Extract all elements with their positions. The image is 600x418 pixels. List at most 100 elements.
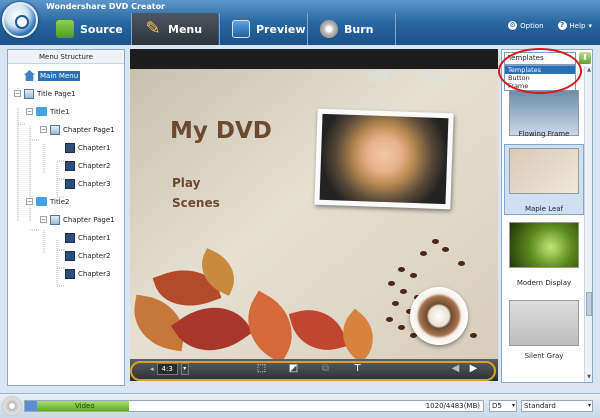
photo-frame[interactable] <box>314 108 454 210</box>
tab-menu-label: Menu <box>168 22 203 36</box>
collapse-toggle[interactable]: − <box>40 216 47 223</box>
tree-item-chapter[interactable]: Chapter1 <box>65 230 110 245</box>
tree-item-main-menu[interactable]: Main Menu <box>24 68 81 83</box>
tree-item-chapter[interactable]: Chapter1 <box>65 140 110 155</box>
quality-select[interactable]: Standard ▾ <box>521 400 593 412</box>
add-text-icon[interactable]: T <box>352 364 363 375</box>
tree-item-label: Chapter2 <box>78 251 111 260</box>
source-icon <box>56 20 74 38</box>
chevron-down-icon: ▾ <box>511 402 515 409</box>
page-icon <box>50 124 60 135</box>
disc-capacity-bar: Video 1020/4483(MB) <box>24 400 484 412</box>
page-icon <box>50 214 60 225</box>
tape-decoration <box>419 71 443 85</box>
volume-icon: ◂ <box>150 365 154 373</box>
film-icon <box>65 250 75 261</box>
tree-item-label: Chapter1 <box>78 143 111 152</box>
film-icon <box>65 232 75 243</box>
template-thumbnail-silent-gray[interactable] <box>509 300 579 346</box>
collapse-toggle[interactable]: − <box>40 126 47 133</box>
tab-burn[interactable]: Burn <box>308 13 394 45</box>
aspect-ratio-select[interactable]: ◂ 4:3 ▾ <box>150 363 189 375</box>
tree-item-label: Title1 <box>50 107 70 116</box>
page-icon <box>24 88 34 99</box>
help-icon: ? <box>557 21 567 30</box>
quality-value: Standard <box>524 402 556 410</box>
capacity-segment-label: Video <box>75 402 95 410</box>
tab-separator <box>395 13 396 45</box>
title-bar: Wondershare DVD Creator Source ✎ Menu Pr… <box>0 0 600 45</box>
collapse-toggle[interactable]: − <box>26 198 33 205</box>
template-label: Maple Leaf <box>524 205 564 213</box>
tree-item-title1[interactable]: − Title1 <box>26 104 69 119</box>
templates-scrollbar[interactable]: ▲ ▼ <box>584 66 592 382</box>
menu-title-text[interactable]: My DVD <box>170 118 272 144</box>
app-window: Wondershare DVD Creator Source ✎ Menu Pr… <box>0 0 600 418</box>
play-link[interactable]: Play <box>172 176 200 190</box>
disc-type-select[interactable]: D5 ▾ <box>489 400 517 412</box>
option-label: Option <box>520 21 544 30</box>
tree-item-chapter[interactable]: Chapter2 <box>65 158 110 173</box>
menu-structure-header: Menu Structure <box>8 50 124 64</box>
edit-frame-icon[interactable]: ◩ <box>288 364 299 375</box>
tree-item-title-page[interactable]: − Title Page1 <box>14 86 76 101</box>
aspect-ratio-value: 4:3 <box>156 363 178 375</box>
menu-structure-panel: Menu Structure Main Menu − Title Page1 −… <box>7 49 125 386</box>
scroll-up-icon[interactable]: ▲ <box>586 67 592 73</box>
app-title: Wondershare DVD Creator <box>46 2 166 11</box>
leaf-decoration <box>288 301 348 359</box>
tree-item-label: Main Menu <box>38 70 81 81</box>
tree-item-label: Chapter3 <box>78 179 111 188</box>
burn-disc-icon <box>320 20 338 38</box>
disc-icon <box>2 396 22 416</box>
tree-item-chapter-page[interactable]: − Chapter Page1 <box>40 212 115 227</box>
help-button[interactable]: ? Help ▾ <box>557 21 592 30</box>
scroll-down-icon[interactable]: ▼ <box>586 374 592 380</box>
crop-icon[interactable]: ⧉ <box>320 364 331 375</box>
tab-source[interactable]: Source <box>44 13 130 45</box>
template-label: Modern Display <box>516 279 572 287</box>
collapse-toggle[interactable]: − <box>26 108 33 115</box>
film-icon <box>65 142 75 153</box>
arrow-left-icon[interactable]: ◀ <box>450 364 461 375</box>
tree-item-chapter[interactable]: Chapter3 <box>65 266 110 281</box>
child-photo <box>319 113 449 205</box>
app-logo-icon[interactable] <box>2 2 38 38</box>
tape-decoration <box>367 69 391 83</box>
disc-type-value: D5 <box>492 402 502 410</box>
tree-item-chapter-page[interactable]: − Chapter Page1 <box>40 122 115 137</box>
header-tools: ⚙ Option ? Help ▾ <box>508 21 592 30</box>
coffee-cup-decoration <box>410 287 468 345</box>
template-label: Flowing Frame <box>518 130 570 138</box>
scroll-thumb[interactable] <box>586 292 592 316</box>
tree-item-title2[interactable]: − Title2 <box>26 194 69 209</box>
arrow-right-icon[interactable]: ▶ <box>468 364 479 375</box>
template-label: Silent Gray <box>524 352 564 360</box>
option-button[interactable]: ⚙ Option <box>508 21 544 30</box>
help-label: Help <box>569 21 586 30</box>
tree-item-label: Chapter3 <box>78 269 111 278</box>
film-icon <box>65 178 75 189</box>
select-area-icon[interactable]: ⬚ <box>256 364 267 375</box>
tree-item-chapter[interactable]: Chapter2 <box>65 248 110 263</box>
tree-item-label: Chapter1 <box>78 233 111 242</box>
template-thumbnail-maple-leaf[interactable] <box>509 148 579 194</box>
templates-panel: Templates Templates Button Frame ⬇ Flowi… <box>498 48 593 383</box>
tab-preview[interactable]: Preview <box>220 13 306 45</box>
tab-preview-label: Preview <box>256 22 306 36</box>
collapse-toggle[interactable]: − <box>14 90 21 97</box>
chevron-down-icon: ▾ <box>588 21 592 30</box>
film-icon <box>65 160 75 171</box>
template-thumbnail-modern-display[interactable] <box>509 222 579 268</box>
film-icon <box>65 268 75 279</box>
chevron-down-icon: ▾ <box>180 363 189 375</box>
download-icon[interactable]: ⬇ <box>579 52 591 64</box>
scenes-link[interactable]: Scenes <box>172 196 220 210</box>
tree-item-label: Title2 <box>50 197 70 206</box>
tree-item-chapter[interactable]: Chapter3 <box>65 176 110 191</box>
tab-menu[interactable]: ✎ Menu <box>132 13 218 45</box>
menu-canvas[interactable]: My DVD Play Scenes <box>128 69 498 369</box>
tab-burn-label: Burn <box>344 22 374 36</box>
gear-icon: ⚙ <box>508 21 518 30</box>
capacity-menu-segment <box>25 401 37 411</box>
